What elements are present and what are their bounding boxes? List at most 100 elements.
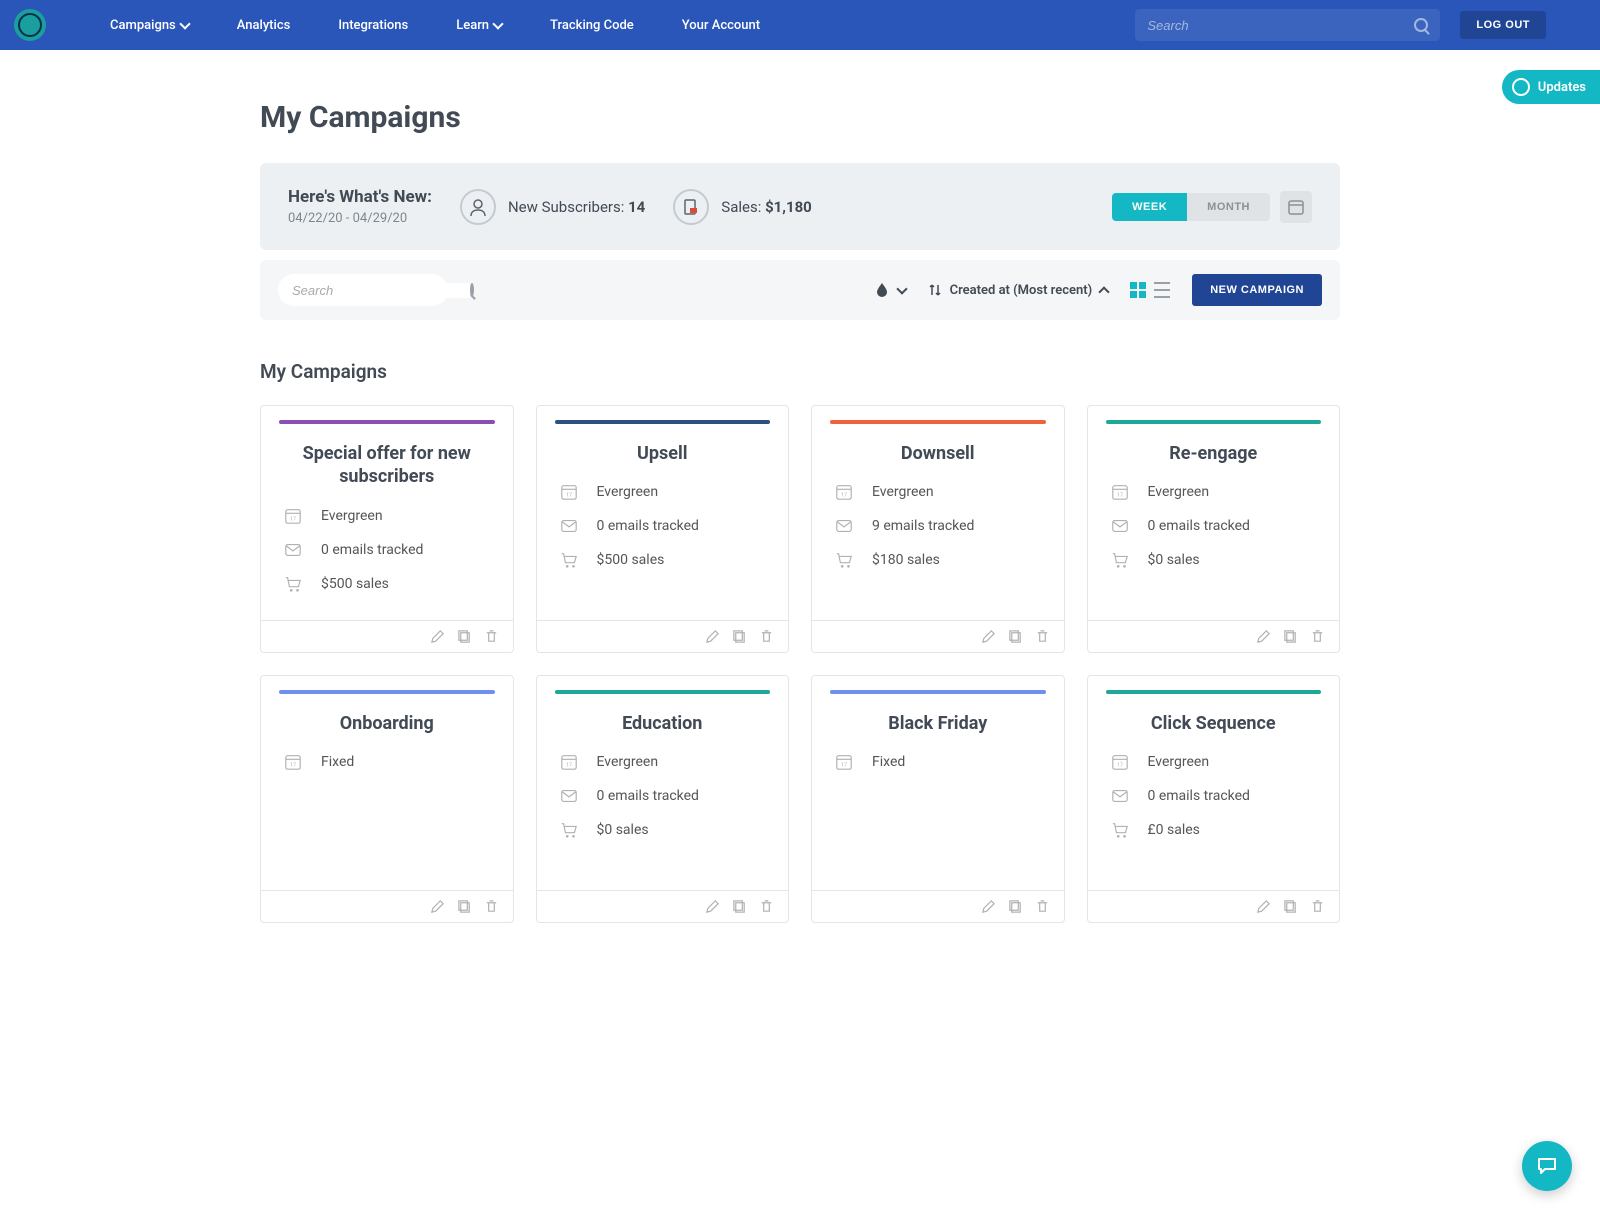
card-actions <box>1088 620 1340 652</box>
toggle-month[interactable]: MONTH <box>1187 193 1270 221</box>
campaign-emails-row: 0 emails tracked <box>283 533 491 567</box>
campaign-type-row: 17Evergreen <box>559 745 767 779</box>
calendar-icon: 17 <box>283 753 303 771</box>
duplicate-button[interactable] <box>1283 629 1298 644</box>
toggle-week[interactable]: WEEK <box>1112 193 1187 221</box>
duplicate-button[interactable] <box>1008 629 1023 644</box>
delete-button[interactable] <box>759 629 774 644</box>
app-logo[interactable] <box>14 9 46 41</box>
campaigns-search[interactable] <box>278 274 448 306</box>
filter-dropdown[interactable] <box>874 282 906 298</box>
cart-icon <box>834 551 854 569</box>
delete-button[interactable] <box>484 629 499 644</box>
list-view-button[interactable] <box>1154 282 1170 298</box>
edit-button[interactable] <box>705 629 720 644</box>
campaigns-filter-bar: Created at (Most recent) NEW CAMPAIGN <box>260 260 1340 320</box>
campaign-type-row: 17Fixed <box>834 745 1042 779</box>
card-actions <box>537 620 789 652</box>
duplicate-button[interactable] <box>457 629 472 644</box>
campaign-sales-row: £0 sales <box>1110 813 1318 847</box>
campaign-card[interactable]: Downsell17Evergreen9 emails tracked$180 … <box>811 405 1065 653</box>
calendar-icon <box>1288 199 1304 215</box>
campaign-type-row: 17Evergreen <box>1110 745 1318 779</box>
email-icon <box>1110 787 1130 805</box>
card-actions <box>1088 890 1340 922</box>
calendar-icon: 17 <box>283 507 303 525</box>
campaign-card[interactable]: Onboarding17Fixed <box>260 675 514 923</box>
edit-button[interactable] <box>981 899 996 914</box>
edit-button[interactable] <box>1256 629 1271 644</box>
duplicate-button[interactable] <box>732 899 747 914</box>
global-search-input[interactable] <box>1147 18 1414 33</box>
edit-button[interactable] <box>981 629 996 644</box>
svg-text:17: 17 <box>841 763 847 769</box>
delete-button[interactable] <box>759 899 774 914</box>
campaign-card[interactable]: Special offer for new subscribers17Everg… <box>260 405 514 653</box>
campaign-card[interactable]: Re-engage17Evergreen0 emails tracked$0 s… <box>1087 405 1341 653</box>
svg-text:17: 17 <box>841 493 847 499</box>
campaign-title: Downsell <box>812 424 1064 475</box>
campaign-type-row: 17Evergreen <box>559 475 767 509</box>
campaign-card[interactable]: Education17Evergreen0 emails tracked$0 s… <box>536 675 790 923</box>
delete-button[interactable] <box>1310 899 1325 914</box>
campaign-card[interactable]: Click Sequence17Evergreen0 emails tracke… <box>1087 675 1341 923</box>
updates-label: Updates <box>1538 80 1586 95</box>
edit-button[interactable] <box>705 899 720 914</box>
campaign-card[interactable]: Upsell17Evergreen0 emails tracked$500 sa… <box>536 405 790 653</box>
droplet-icon <box>874 282 890 298</box>
nav-learn[interactable]: Learn <box>432 18 526 33</box>
card-actions <box>261 890 513 922</box>
card-actions <box>261 620 513 652</box>
cart-icon <box>1110 821 1130 839</box>
duplicate-button[interactable] <box>732 629 747 644</box>
edit-button[interactable] <box>1256 899 1271 914</box>
stat-subscribers: New Subscribers: 14 <box>460 189 645 225</box>
search-icon <box>470 283 474 297</box>
calendar-icon: 17 <box>1110 753 1130 771</box>
global-search[interactable] <box>1135 9 1440 41</box>
duplicate-button[interactable] <box>1008 899 1023 914</box>
calendar-button[interactable] <box>1280 191 1312 223</box>
campaign-type-row: 17Fixed <box>283 745 491 779</box>
campaigns-grid: Special offer for new subscribers17Everg… <box>260 405 1340 923</box>
help-fab[interactable] <box>1522 1141 1572 1191</box>
campaign-emails-row: 9 emails tracked <box>834 509 1042 543</box>
duplicate-button[interactable] <box>1283 899 1298 914</box>
delete-button[interactable] <box>1035 899 1050 914</box>
edit-button[interactable] <box>430 629 445 644</box>
sort-dropdown[interactable]: Created at (Most recent) <box>928 283 1109 298</box>
campaign-sales-row: $0 sales <box>1110 543 1318 577</box>
updates-button[interactable]: Updates <box>1502 70 1600 104</box>
nav-analytics[interactable]: Analytics <box>213 18 315 33</box>
svg-text:17: 17 <box>565 493 571 499</box>
nav-your-account[interactable]: Your Account <box>658 18 784 33</box>
logout-button[interactable]: LOG OUT <box>1460 11 1546 39</box>
delete-button[interactable] <box>1310 629 1325 644</box>
calendar-icon: 17 <box>834 483 854 501</box>
cart-icon <box>283 575 303 593</box>
duplicate-button[interactable] <box>457 899 472 914</box>
campaigns-search-input[interactable] <box>292 283 470 298</box>
email-icon <box>559 517 579 535</box>
delete-button[interactable] <box>484 899 499 914</box>
campaign-sales-row: $0 sales <box>559 813 767 847</box>
whats-new-panel: Here's What's New: 04/22/20 - 04/29/20 N… <box>260 163 1340 250</box>
campaign-sales-row: $500 sales <box>559 543 767 577</box>
svg-text:17: 17 <box>565 763 571 769</box>
grid-view-button[interactable] <box>1130 282 1146 298</box>
campaign-type-row: 17Evergreen <box>283 499 491 533</box>
email-icon <box>559 787 579 805</box>
chat-bubble-icon <box>1512 78 1530 96</box>
nav-campaigns[interactable]: Campaigns <box>86 18 213 33</box>
cart-icon <box>1110 551 1130 569</box>
nav-tracking-code[interactable]: Tracking Code <box>526 18 658 33</box>
campaign-card[interactable]: Black Friday17Fixed <box>811 675 1065 923</box>
new-campaign-button[interactable]: NEW CAMPAIGN <box>1192 274 1322 306</box>
calendar-icon: 17 <box>559 753 579 771</box>
chat-icon <box>1536 1155 1558 1177</box>
nav-integrations[interactable]: Integrations <box>314 18 432 33</box>
email-icon <box>283 541 303 559</box>
delete-button[interactable] <box>1035 629 1050 644</box>
edit-button[interactable] <box>430 899 445 914</box>
campaign-title: Re-engage <box>1088 424 1340 475</box>
